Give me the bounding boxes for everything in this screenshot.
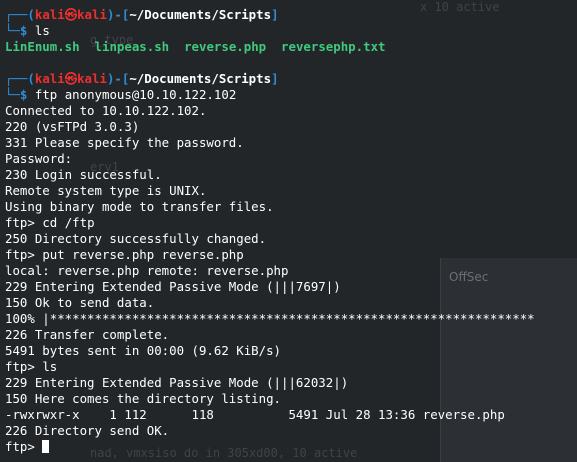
ftp-command-line: ftp> ls xyxy=(5,359,58,374)
skull-icon: ㉿ xyxy=(64,71,78,86)
output-line: Password: xyxy=(5,151,73,166)
output-line: Remote system type is UNIX. xyxy=(5,183,207,198)
command-line: └─$ ftp anonymous@10.10.122.102 xyxy=(5,87,237,102)
ftp-command-line: ftp> cd /ftp xyxy=(5,215,95,230)
prompt-user: kali xyxy=(34,7,65,22)
text-cursor xyxy=(42,440,50,453)
command-text: put reverse.php reverse.php xyxy=(42,247,244,262)
prompt-host: kali xyxy=(77,71,107,86)
prompt-line: ┌──(kali㉿kali)-[~/Documents/Scripts] xyxy=(5,7,279,22)
output-line: Using binary mode to transfer files. xyxy=(5,199,274,214)
ftp-input-line[interactable]: ftp> xyxy=(5,439,50,455)
output-line: 150 Ok to send data. xyxy=(5,295,155,310)
output-line: local: reverse.php remote: reverse.php xyxy=(5,263,289,278)
ftp-command-line: ftp> put reverse.php reverse.php xyxy=(5,247,244,262)
output-line: 226 Directory send OK. xyxy=(5,423,170,438)
output-line: 331 Please specify the password. xyxy=(5,135,244,150)
file-name: reversephp.txt xyxy=(281,39,386,54)
prompt-line: ┌──(kali㉿kali)-[~/Documents/Scripts] xyxy=(5,71,279,86)
output-line: 229 Entering Extended Passive Mode (|||6… xyxy=(5,375,349,390)
output-line: 250 Directory successfully changed. xyxy=(5,231,267,246)
skull-icon: ㉿ xyxy=(64,7,78,22)
file-name: LinEnum.sh xyxy=(5,39,80,54)
output-line: 229 Entering Extended Passive Mode (|||7… xyxy=(5,279,341,294)
output-line: 150 Here comes the directory listing. xyxy=(5,391,282,406)
output-line: 5491 bytes sent in 00:00 (9.62 KiB/s) xyxy=(5,343,282,358)
progress-bar: 100% |**********************************… xyxy=(5,311,535,326)
prompt-path: ~/Documents/Scripts xyxy=(129,7,272,22)
prompt-path: ~/Documents/Scripts xyxy=(129,71,272,86)
output-line: 230 Login successful. xyxy=(5,167,162,182)
terminal-window[interactable]: ┌──(kali㉿kali)-[~/Documents/Scripts] └─$… xyxy=(0,0,577,462)
file-name: linpeas.sh xyxy=(94,39,170,54)
prompt-user: kali xyxy=(34,71,65,86)
command-text: ls xyxy=(34,23,50,38)
command-text: ftp anonymous@10.10.122.102 xyxy=(34,87,237,102)
file-name: reverse.php xyxy=(184,39,267,54)
command-text: cd /ftp xyxy=(42,215,95,230)
prompt-host: kali xyxy=(77,7,107,22)
output-line: 226 Transfer complete. xyxy=(5,327,170,342)
command-line: └─$ ls xyxy=(5,23,50,38)
output-line: 220 (vsFTPd 3.0.3) xyxy=(5,119,140,134)
ls-output: LinEnum.sh linpeas.sh reverse.php revers… xyxy=(5,39,385,55)
output-line: Connected to 10.10.122.102. xyxy=(5,103,207,118)
file-listing-row: -rwxrwxr-x 1 112 118 5491 Jul 28 13:36 r… xyxy=(5,407,505,422)
command-text: ls xyxy=(42,359,58,374)
